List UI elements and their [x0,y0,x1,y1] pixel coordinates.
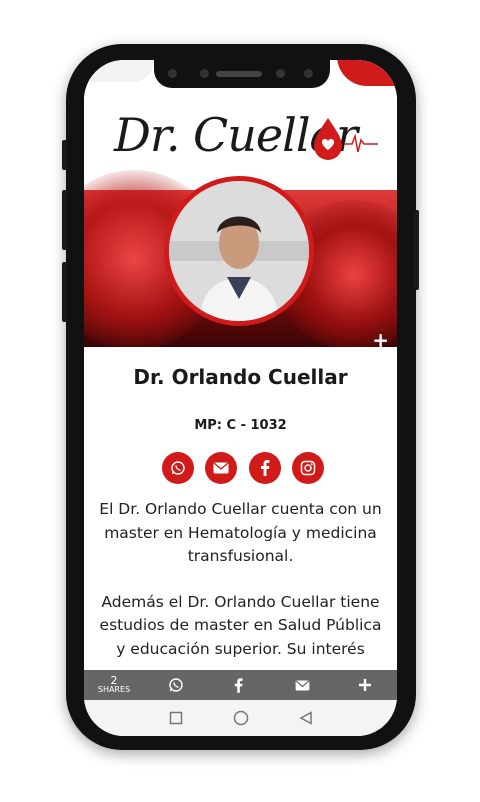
instagram-icon [300,460,316,476]
speaker-grille [216,71,262,77]
sensor-icon [304,69,313,78]
camera-icon [276,69,285,78]
facebook-icon [235,677,243,693]
recent-apps-icon[interactable] [169,711,183,725]
phone-notch [154,60,330,88]
facebook-icon [260,460,270,476]
plus-icon [359,679,372,691]
share-email-button[interactable] [271,679,334,691]
doctor-name: Dr. Orlando Cuellar [133,365,348,389]
envelope-icon [295,679,309,691]
share-count: 2 SHARES [84,674,144,694]
camera-icon [200,69,209,78]
bio-paragraph: Además el Dr. Orlando Cuellar tiene estu… [99,592,382,658]
facebook-button[interactable] [248,452,281,484]
social-links [162,452,324,484]
whatsapp-button[interactable] [162,452,194,484]
sensor-icon [168,69,177,78]
phone-volume-up-button [62,190,67,250]
phone-volume-down-button [62,262,67,322]
heart-drop-icon [314,118,378,160]
whatsapp-icon [171,461,185,475]
bio-paragraph: El Dr. Orlando Cuellar cuenta con un mas… [99,500,382,565]
instagram-button[interactable] [291,452,324,484]
biography: El Dr. Orlando Cuellar cuenta con un mas… [94,498,387,683]
whatsapp-icon [168,678,183,692]
android-nav-bar [84,700,397,736]
decorative-shape [84,60,154,82]
home-icon[interactable] [233,710,249,726]
share-count-label: SHARES [97,685,131,694]
phone-mute-button [62,140,67,170]
logo: Dr. Cuellar [114,108,378,168]
plus-icon[interactable]: + [372,328,389,347]
share-count-number: 2 [110,674,118,687]
license-number: MP: C - 1032 [194,418,287,433]
share-bar: 2 SHARES [84,670,397,700]
back-icon[interactable] [298,711,313,725]
phone-screen: Dr. Cuellar + Dr. Orlando Cuellar MP: C … [84,60,397,736]
decorative-shape [337,60,397,86]
doctor-photo [164,176,314,326]
share-whatsapp-button[interactable] [144,677,207,693]
header-banner: Dr. Cuellar + [84,60,397,347]
share-more-button[interactable] [334,679,397,691]
envelope-icon [213,462,229,474]
phone-power-button [414,210,419,290]
share-facebook-button[interactable] [207,677,270,693]
email-button[interactable] [205,452,238,484]
